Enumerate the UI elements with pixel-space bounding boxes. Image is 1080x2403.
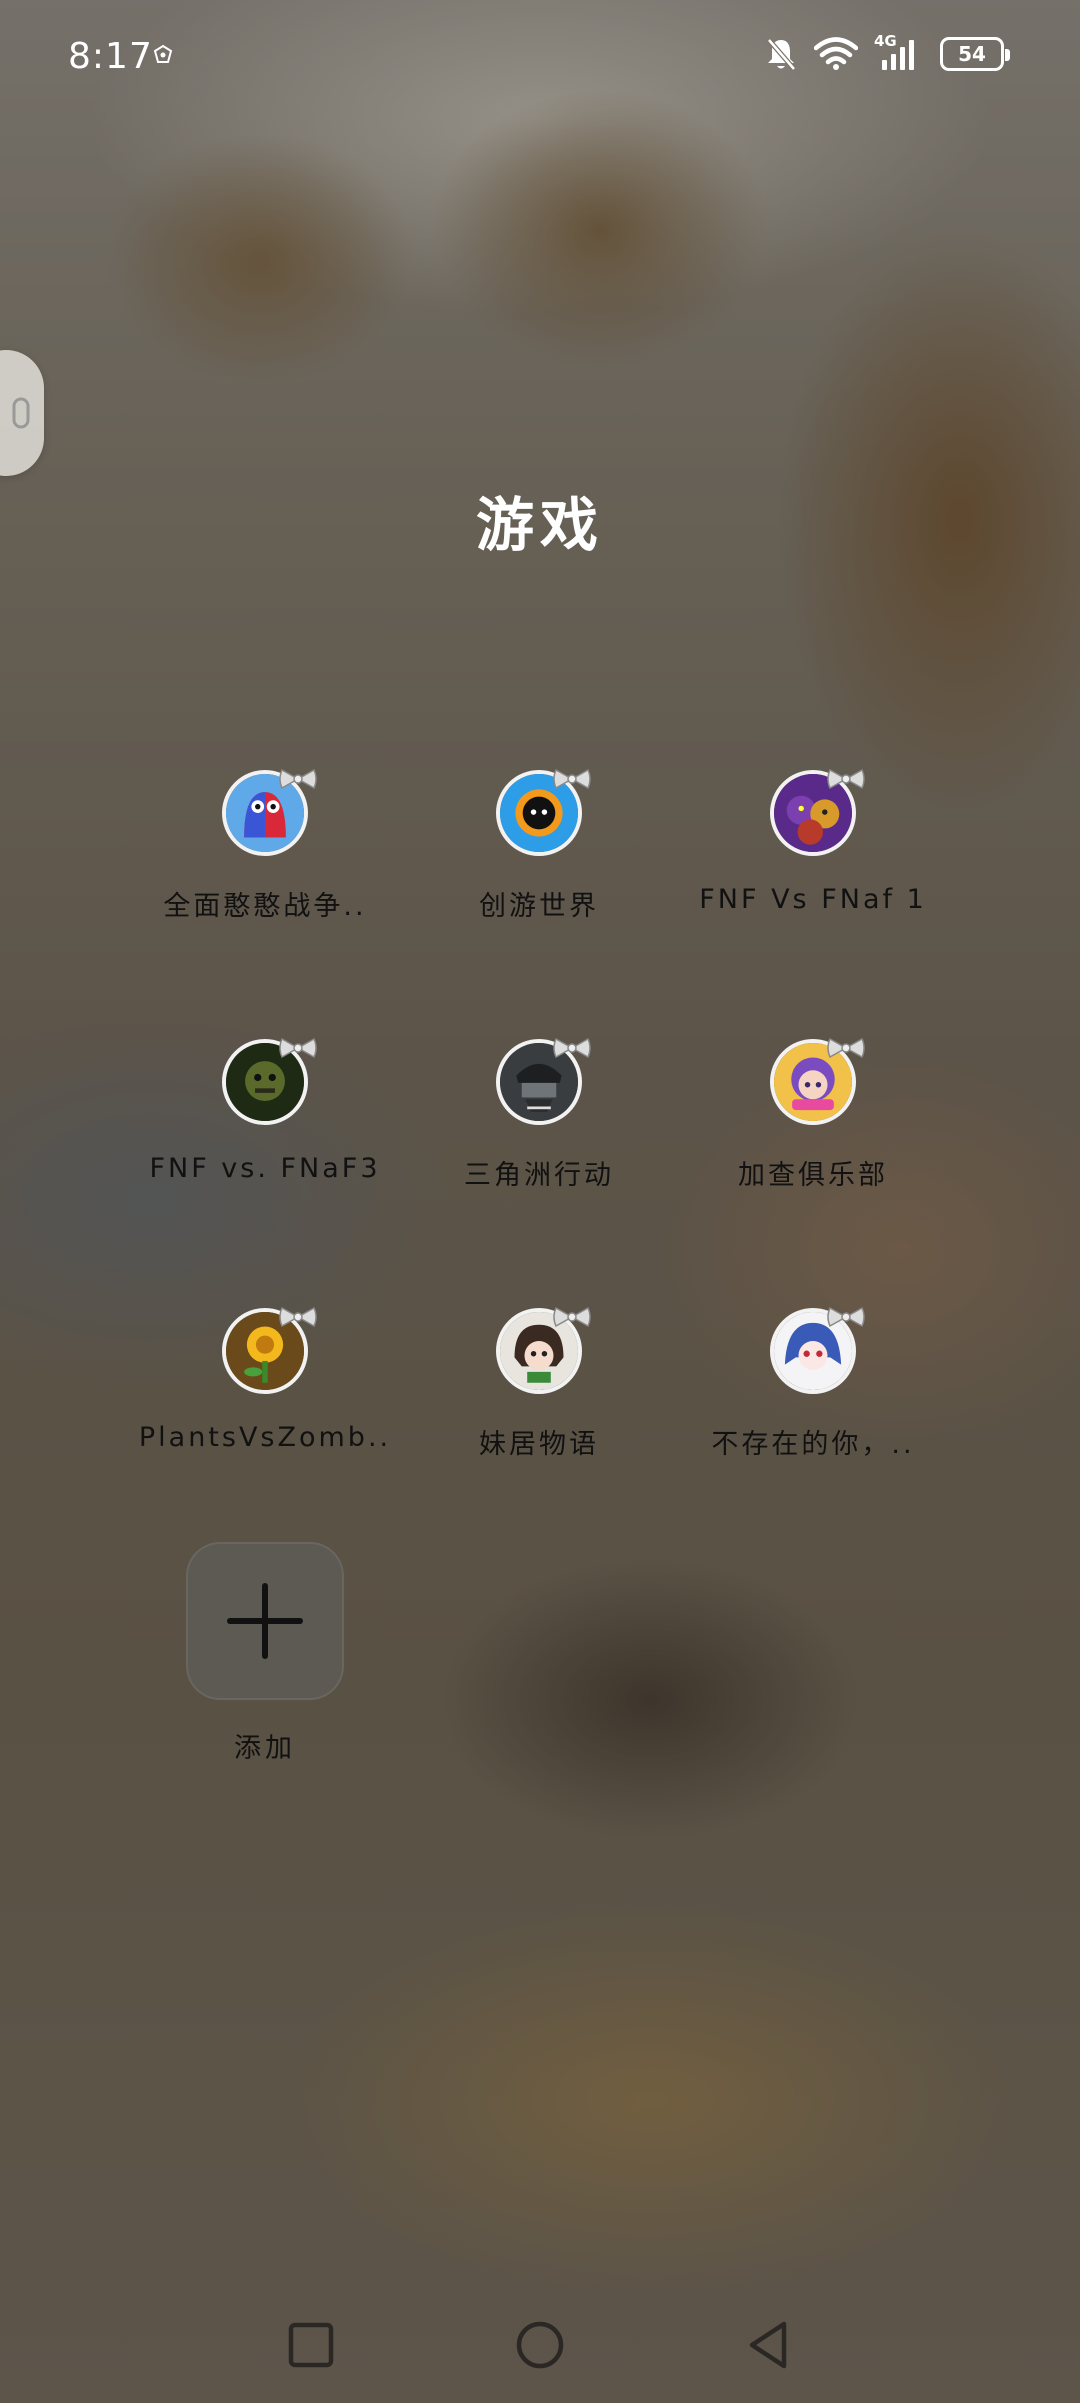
ribbon-bow-icon xyxy=(279,768,317,790)
app-icon-container xyxy=(770,1037,865,1125)
app-icon-container xyxy=(496,1037,591,1125)
app-label: 妹居物语 xyxy=(479,1429,599,1460)
ribbon-bow-icon xyxy=(279,1306,317,1328)
floating-ball-icon xyxy=(12,397,30,429)
plus-icon xyxy=(227,1583,303,1659)
battery-indicator: 54 xyxy=(940,37,1010,71)
cellular-signal-icon: 4G xyxy=(874,32,924,72)
app-label: 三角洲行动 xyxy=(464,1160,614,1191)
app-delta-force[interactable]: 三角洲行动 xyxy=(403,1037,675,1239)
notification-app-icon xyxy=(153,44,173,63)
app-label: PlantsVsZomb.. xyxy=(138,1422,392,1453)
ribbon-bow-icon xyxy=(827,768,865,790)
mute-bell-icon xyxy=(767,38,796,71)
app-plants-vs-zombies[interactable]: PlantsVsZomb.. xyxy=(129,1306,401,1508)
status-time: 8:17 xyxy=(68,36,153,77)
app-fnf-fnaf3[interactable]: FNF vs. FNaF3 xyxy=(129,1037,401,1239)
app-label: 全面憨憨战争.. xyxy=(163,891,367,922)
app-nonexistent-you[interactable]: 不存在的你，.. xyxy=(677,1306,949,1508)
battery-level: 54 xyxy=(958,42,986,66)
status-icons: 4G 54 xyxy=(764,32,1010,76)
app-icon-container xyxy=(496,1306,591,1394)
ribbon-bow-icon xyxy=(553,1306,591,1328)
app-label: 不存在的你，.. xyxy=(711,1429,915,1460)
app-sister-story[interactable]: 妹居物语 xyxy=(403,1306,675,1508)
app-icon-container xyxy=(222,1306,317,1394)
app-label: 创游世界 xyxy=(479,891,599,922)
ribbon-bow-icon xyxy=(553,1037,591,1059)
app-icon-container xyxy=(770,768,865,856)
folder-title[interactable]: 游戏 xyxy=(0,478,1080,562)
back-icon[interactable] xyxy=(744,2320,794,2370)
wifi-icon xyxy=(814,37,858,70)
app-label: 加查俱乐部 xyxy=(738,1160,888,1191)
app-icon-container xyxy=(496,768,591,856)
app-gacha-club[interactable]: 加查俱乐部 xyxy=(677,1037,949,1239)
app-label: FNF vs. FNaF3 xyxy=(149,1153,381,1184)
app-icon-container xyxy=(222,1037,317,1125)
app-fnf-fnaf1[interactable]: FNF Vs FNaf 1 xyxy=(677,768,949,970)
app-rainbow-friends[interactable]: 全面憨憨战争.. xyxy=(129,768,401,970)
ribbon-bow-icon xyxy=(553,768,591,790)
ribbon-bow-icon xyxy=(279,1037,317,1059)
home-icon[interactable] xyxy=(514,2320,566,2372)
floating-side-handle[interactable] xyxy=(0,350,44,476)
app-creator-world[interactable]: 创游世界 xyxy=(403,768,675,970)
ribbon-bow-icon xyxy=(827,1037,865,1059)
add-app-button[interactable] xyxy=(186,1542,344,1700)
navigation-bar xyxy=(0,2300,1080,2390)
app-icon-container xyxy=(222,768,317,856)
recent-apps-icon[interactable] xyxy=(286,2320,336,2370)
add-app-label: 添加 xyxy=(234,1733,296,1764)
app-label: FNF Vs FNaf 1 xyxy=(699,884,927,915)
app-icon-container xyxy=(770,1306,865,1394)
status-bar: 8:17 4G 54 xyxy=(0,0,1080,110)
ribbon-bow-icon xyxy=(827,1306,865,1328)
